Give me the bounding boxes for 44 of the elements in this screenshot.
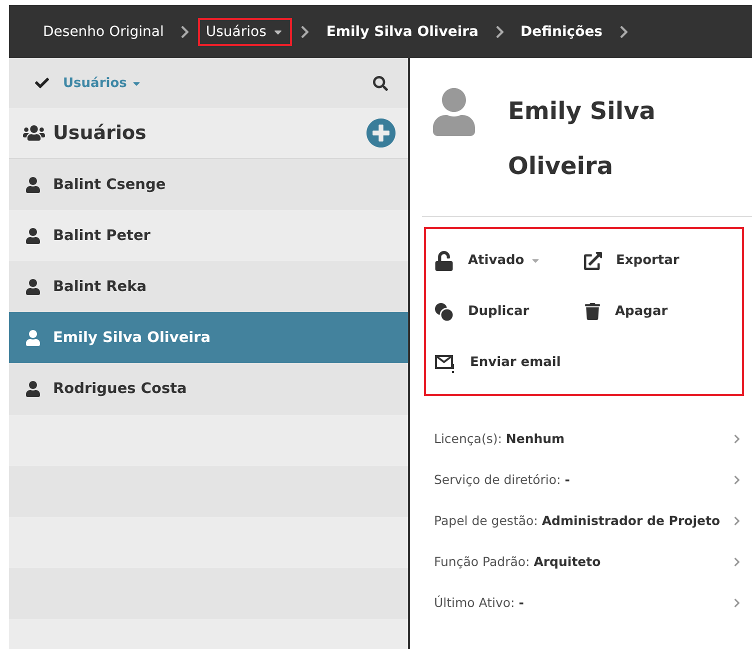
chevron-icon: [732, 598, 742, 608]
action-button[interactable]: Ativado: [434, 235, 584, 286]
action-button[interactable]: Duplicar: [434, 286, 584, 337]
external-link-icon: [584, 252, 602, 270]
user-icon: [25, 278, 41, 294]
property-text: Função Padrão: Arquiteto: [434, 553, 602, 571]
property-row[interactable]: Último Ativo: -: [422, 582, 752, 623]
property-row[interactable]: Serviço de diretório: -: [422, 459, 752, 500]
chevron-icon: [180, 24, 190, 38]
property-row[interactable]: Licença(s): Nenhum: [422, 418, 752, 459]
trash-icon: [584, 303, 601, 320]
chevron-icon: [618, 24, 629, 38]
property-row[interactable]: Função Padrão: Arquiteto: [422, 541, 752, 582]
envelope-icon: [434, 352, 456, 372]
action-button[interactable]: Exportar: [584, 235, 734, 286]
search-icon: [373, 76, 388, 90]
overlapping-circles-icon: [434, 302, 454, 322]
property-text: Licença(s): Nenhum: [434, 430, 566, 448]
property-row[interactable]: Papel de gestão: Administrador de Projeto: [422, 500, 752, 541]
chevron-icon: [732, 474, 742, 484]
property-text: Serviço de diretório: -: [434, 471, 571, 489]
user-icon: [25, 228, 41, 244]
user-icon: [25, 330, 41, 346]
unlocked-padlock-icon: [434, 250, 454, 270]
add-icon[interactable]: [366, 118, 396, 148]
action-button[interactable]: Enviar email: [434, 337, 584, 388]
chevron-icon: [494, 24, 505, 38]
user-name-title: Emily Silva Oliveira: [508, 96, 656, 182]
breadcrumb-link[interactable]: Usuários: [198, 18, 292, 46]
chevron-icon: [300, 24, 310, 38]
property-text: Papel de gestão: Administrador de Projeto: [434, 512, 722, 530]
breadcrumb-link[interactable]: Definições: [512, 18, 611, 46]
breadcrumb-link[interactable]: Desenho Original: [35, 18, 172, 46]
action-button[interactable]: Apagar: [584, 286, 734, 337]
chevron-icon: [732, 516, 742, 526]
chevron-icon: [732, 434, 742, 444]
breadcrumb-link[interactable]: Emily Silva Oliveira: [318, 18, 487, 46]
property-text: Último Ativo: -: [434, 594, 525, 612]
user-icon: [25, 380, 41, 396]
chevron-icon: [732, 556, 742, 566]
sidebar-heading: Usuários: [53, 122, 148, 144]
avatar-silhouette-icon: [430, 88, 478, 136]
user-icon: [25, 176, 41, 192]
user-list-item[interactable]: Emily Silva Oliveira: [9, 312, 408, 363]
